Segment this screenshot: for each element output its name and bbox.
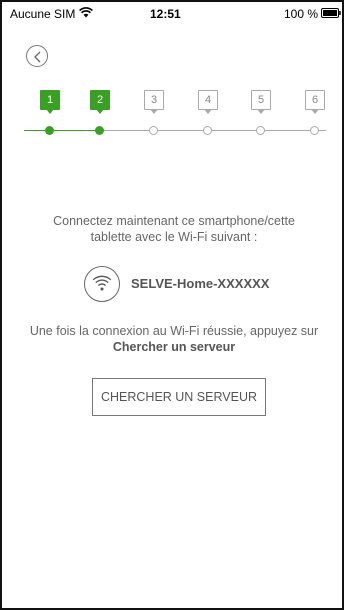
step-3: 3: [144, 90, 164, 114]
wifi-icon: [92, 275, 112, 291]
battery-icon: [321, 8, 341, 18]
step-5-dot: [256, 126, 265, 135]
network-name: SELVE-Home-XXXXXX: [131, 276, 270, 291]
step-1-number: 1: [46, 94, 54, 106]
battery-percentage: 100 %: [284, 7, 319, 21]
search-server-button[interactable]: CHERCHER UN SERVEUR: [92, 378, 266, 416]
connect-hint: Une fois la connexion au Wi-Fi réussie, …: [12, 323, 336, 355]
step-5-number: 5: [257, 94, 265, 106]
step-4-number: 4: [204, 94, 212, 106]
carrier-label: Aucune SIM: [10, 7, 76, 21]
wifi-signal-icon: [79, 7, 93, 18]
step-line-todo: [100, 130, 326, 131]
step-5: 5: [251, 90, 271, 114]
instruction-line-2: tablette avec le Wi-Fi suivant :: [90, 230, 258, 244]
step-6-dot: [310, 126, 319, 135]
status-bar: Aucune SIM 12:51 100 %: [2, 2, 342, 24]
step-6: 6: [305, 90, 325, 114]
step-2-number: 2: [96, 94, 104, 106]
step-4-dot: [203, 126, 212, 135]
instruction-line-1: Connectez maintenant ce smartphone/cette: [53, 214, 295, 228]
connect-instruction: Connectez maintenant ce smartphone/cette…: [22, 213, 326, 245]
hint-line-1: Une fois la connexion au Wi-Fi réussie, …: [29, 324, 319, 338]
clock: 12:51: [150, 7, 181, 21]
step-2-dot: [95, 126, 104, 135]
step-3-dot: [149, 126, 158, 135]
chevron-left-icon: [34, 51, 41, 63]
step-2: 2: [90, 90, 110, 114]
step-1-dot: [45, 126, 54, 135]
step-4: 4: [198, 90, 218, 114]
network-row: SELVE-Home-XXXXXX: [84, 266, 304, 302]
step-6-number: 6: [311, 94, 319, 106]
back-button[interactable]: [26, 45, 48, 67]
step-3-number: 3: [150, 94, 158, 106]
hint-line-2: Chercher un serveur: [112, 340, 236, 354]
network-wifi-badge: [84, 266, 120, 302]
step-1: 1: [40, 90, 60, 114]
app-screen: Aucune SIM 12:51 100 % 1 2 3 4 5 6 Conne…: [0, 0, 344, 610]
step-line-done: [24, 130, 100, 131]
